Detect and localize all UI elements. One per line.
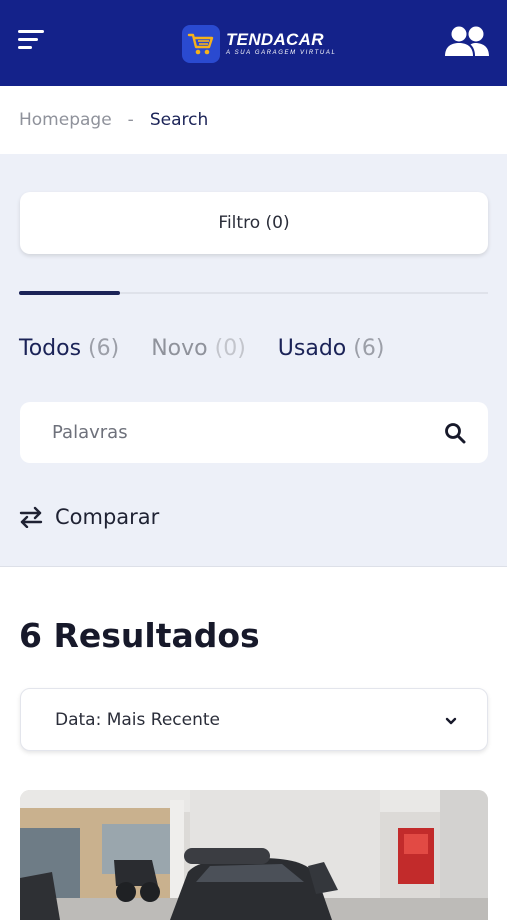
compare-button[interactable]: Comparar: [19, 502, 159, 532]
breadcrumb: Homepage - Search: [0, 86, 507, 154]
tab-usado-count: (6): [353, 336, 385, 361]
condition-tabs: Todos (6) Novo (0) Usado (6): [19, 336, 384, 366]
tab-usado-label: Usado: [277, 336, 347, 361]
menu-icon[interactable]: [18, 30, 46, 54]
car-listing-card[interactable]: [20, 790, 488, 920]
search-input[interactable]: [20, 402, 420, 463]
brand-logo[interactable]: TENDACAR A SUA GARAGEM VIRTUAL: [182, 24, 336, 64]
tab-novo-label: Novo: [151, 336, 208, 361]
tab-active-indicator: [19, 291, 120, 295]
sort-select[interactable]: Data: Mais Recente: [20, 688, 488, 751]
tab-usado[interactable]: Usado (6): [278, 336, 385, 366]
filter-panel: Filtro (0) Todos (6) Novo (0) Usado (6): [0, 154, 507, 567]
compare-arrows-icon: [19, 506, 43, 529]
breadcrumb-current: Search: [149, 110, 209, 130]
chevron-down-icon: [444, 713, 458, 727]
breadcrumb-separator: -: [127, 110, 134, 130]
filter-button[interactable]: Filtro (0): [20, 192, 488, 254]
cart-logo-icon: [182, 25, 220, 63]
tab-novo-count: (0): [214, 336, 246, 361]
tab-todos-label: Todos: [19, 336, 82, 361]
tab-novo[interactable]: Novo (0): [151, 336, 246, 366]
compare-label: Comparar: [55, 505, 160, 529]
users-icon[interactable]: [444, 24, 490, 60]
search-icon[interactable]: [444, 422, 466, 444]
tab-todos[interactable]: Todos (6): [19, 336, 119, 366]
sort-selected-value: Data: Mais Recente: [55, 709, 221, 730]
car-photo: [20, 790, 488, 920]
top-bar: TENDACAR A SUA GARAGEM VIRTUAL: [0, 0, 507, 86]
tab-todos-count: (6): [88, 336, 120, 361]
results-title: 6 Resultados: [19, 616, 260, 655]
breadcrumb-home-link[interactable]: Homepage: [19, 110, 112, 130]
logo-name: TENDACAR: [226, 30, 324, 49]
logo-tagline: A SUA GARAGEM VIRTUAL: [226, 50, 337, 56]
search-box: [20, 402, 488, 463]
